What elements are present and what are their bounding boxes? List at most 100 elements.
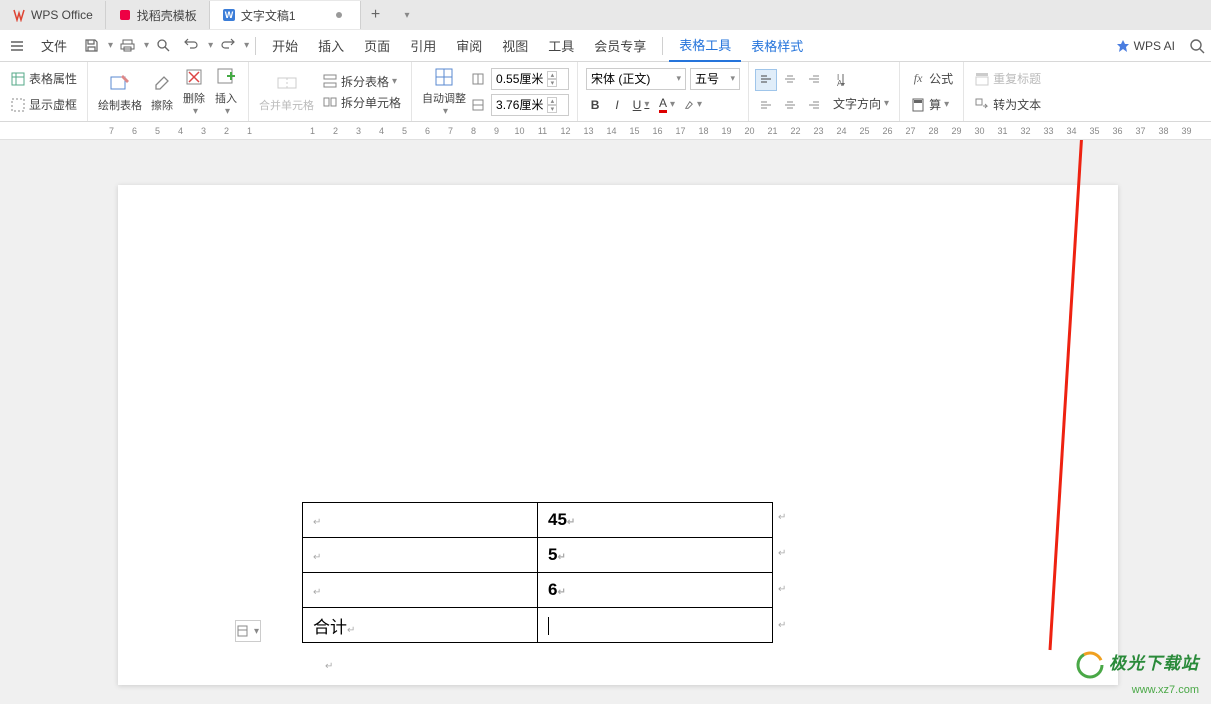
save-dropdown-icon[interactable]: ▾ <box>108 40 113 51</box>
split-table-icon <box>322 73 338 89</box>
insert-icon <box>214 66 238 88</box>
table-props-button[interactable]: 表格属性 <box>6 68 81 89</box>
add-tab-button[interactable]: + <box>361 6 391 24</box>
repeat-title-icon <box>974 71 990 87</box>
font-name-select[interactable]: 宋体 (正文)▾ <box>586 68 686 90</box>
align-mid-right[interactable] <box>803 93 825 115</box>
menu-page[interactable]: 页面 <box>354 30 400 62</box>
document-table[interactable]: ↵ 45↵ ↵ 5↵ ↵ 6↵ 合计↵ <box>302 502 773 643</box>
ruler[interactable]: 7654321 12345678910111213141516171819202… <box>0 122 1211 140</box>
delete-button[interactable]: 删除▾ <box>178 66 210 118</box>
wps-ai-button[interactable]: WPS AI <box>1108 39 1183 53</box>
menu-file[interactable]: 文件 <box>31 30 77 62</box>
preview-icon[interactable] <box>152 35 174 57</box>
calc-button[interactable]: 算▾ <box>906 94 953 115</box>
undo-dropdown-icon[interactable]: ▾ <box>208 40 213 51</box>
to-text-icon <box>974 97 990 113</box>
undo-icon[interactable] <box>180 35 202 57</box>
bold-button[interactable]: B <box>584 96 606 114</box>
tab-bar: WPS Office 找稻壳模板 W 文字文稿1 + ▾ <box>0 0 1211 30</box>
watermark-title: 极光下载站 <box>1109 654 1199 673</box>
show-frame-button[interactable]: 显示虚框 <box>6 94 81 115</box>
table-row: ↵ 45↵ <box>303 503 773 538</box>
menu-tools[interactable]: 工具 <box>538 30 584 62</box>
menu-member[interactable]: 会员专享 <box>584 30 656 62</box>
align-mid-center[interactable] <box>779 93 801 115</box>
wps-logo-icon <box>12 8 26 22</box>
template-icon <box>118 8 132 22</box>
row-height-input[interactable]: 0.55厘米▴▾ <box>491 68 569 90</box>
tab-label: 找稻壳模板 <box>137 7 197 24</box>
word-doc-icon: W <box>222 8 236 22</box>
save-icon[interactable] <box>80 35 102 57</box>
erase-button[interactable]: 擦除 <box>146 66 178 118</box>
menu-start[interactable]: 开始 <box>262 30 308 62</box>
ribbon: 表格属性 显示虚框 绘制表格 擦除 删除▾ <box>0 62 1211 122</box>
tab-label: WPS Office <box>31 8 93 22</box>
font-color-button[interactable]: A▾ <box>654 94 680 115</box>
document-canvas[interactable]: ↵ 45↵ ↵ 5↵ ↵ 6↵ 合计↵ ↵ ↵ ↵ ↵ ↵ ▾ 极光下载站 ww… <box>0 140 1211 704</box>
italic-button[interactable]: I <box>606 96 628 114</box>
menu-reference[interactable]: 引用 <box>400 30 446 62</box>
wps-ai-label: WPS AI <box>1134 39 1175 53</box>
erase-icon <box>150 71 174 95</box>
font-size-select[interactable]: 五号▾ <box>690 68 740 90</box>
align-top-right[interactable] <box>803 69 825 91</box>
search-icon[interactable] <box>1186 35 1208 57</box>
svg-text:W: W <box>225 10 234 20</box>
menu-view[interactable]: 视图 <box>492 30 538 62</box>
table-props-icon <box>10 71 26 87</box>
text-direction-button[interactable]: 文字方向▾ <box>829 93 893 114</box>
repeat-title-button[interactable]: 重复标题 <box>970 68 1045 89</box>
row-height-icon <box>470 71 486 87</box>
menu-review[interactable]: 审阅 <box>446 30 492 62</box>
frame-icon <box>10 97 26 113</box>
menu-table-style[interactable]: 表格样式 <box>741 30 813 62</box>
align-top-center[interactable] <box>779 69 801 91</box>
watermark: 极光下载站 www.xz7.com <box>1075 649 1199 698</box>
text-vertical-button[interactable]: IA <box>829 70 893 90</box>
auto-adjust-button[interactable]: 自动调整▾ <box>418 66 470 118</box>
table-row: 合计↵ <box>303 608 773 643</box>
menu-bar: 文件 ▾ ▾ ▾ ▾ 开始 插入 页面 引用 审阅 视图 工具 会员专享 表格工… <box>0 30 1211 62</box>
formula-button[interactable]: fx 公式 <box>906 68 957 89</box>
split-cells-icon <box>322 94 338 110</box>
underline-button[interactable]: U▾ <box>628 96 654 114</box>
tab-document[interactable]: W 文字文稿1 <box>210 1 361 29</box>
modified-dot-icon <box>336 12 342 18</box>
calc-icon <box>910 97 926 113</box>
align-grid <box>755 69 825 115</box>
table-row: ↵ 5↵ <box>303 538 773 573</box>
print-icon[interactable] <box>116 35 138 57</box>
insert-button[interactable]: 插入▾ <box>210 66 242 118</box>
tab-dropdown[interactable]: ▾ <box>391 10 421 21</box>
tab-wps-office[interactable]: WPS Office <box>0 1 106 29</box>
redo-icon[interactable] <box>216 35 238 57</box>
merge-cells-button[interactable]: 合并单元格 <box>255 66 318 118</box>
end-para-mark: ↵ <box>325 661 333 672</box>
to-text-button[interactable]: 转为文本 <box>970 94 1045 115</box>
formula-icon: fx <box>910 71 926 87</box>
tab-label: 文字文稿1 <box>241 7 296 24</box>
print-dropdown-icon[interactable]: ▾ <box>144 40 149 51</box>
draw-table-icon <box>108 71 132 95</box>
merge-icon <box>275 71 299 95</box>
draw-table-button[interactable]: 绘制表格 <box>94 66 146 118</box>
table-side-button[interactable]: ▾ <box>235 620 261 642</box>
align-top-left[interactable] <box>755 69 777 91</box>
menu-app-icon[interactable] <box>6 35 28 57</box>
split-table-button[interactable]: 拆分表格▾ <box>318 71 405 92</box>
split-cells-button[interactable]: 拆分单元格 <box>318 92 405 113</box>
ai-icon <box>1116 39 1130 53</box>
col-width-icon <box>470 97 486 113</box>
col-width-input[interactable]: 3.76厘米▴▾ <box>491 94 569 116</box>
align-mid-left[interactable] <box>755 93 777 115</box>
delete-icon <box>182 66 206 88</box>
redo-dropdown-icon[interactable]: ▾ <box>244 40 249 51</box>
highlight-button[interactable]: ▾ <box>680 97 706 113</box>
table-row: ↵ 6↵ <box>303 573 773 608</box>
menu-table-tools[interactable]: 表格工具 <box>669 30 741 62</box>
watermark-url: www.xz7.com <box>1132 684 1199 696</box>
menu-insert[interactable]: 插入 <box>308 30 354 62</box>
tab-template[interactable]: 找稻壳模板 <box>106 1 210 29</box>
